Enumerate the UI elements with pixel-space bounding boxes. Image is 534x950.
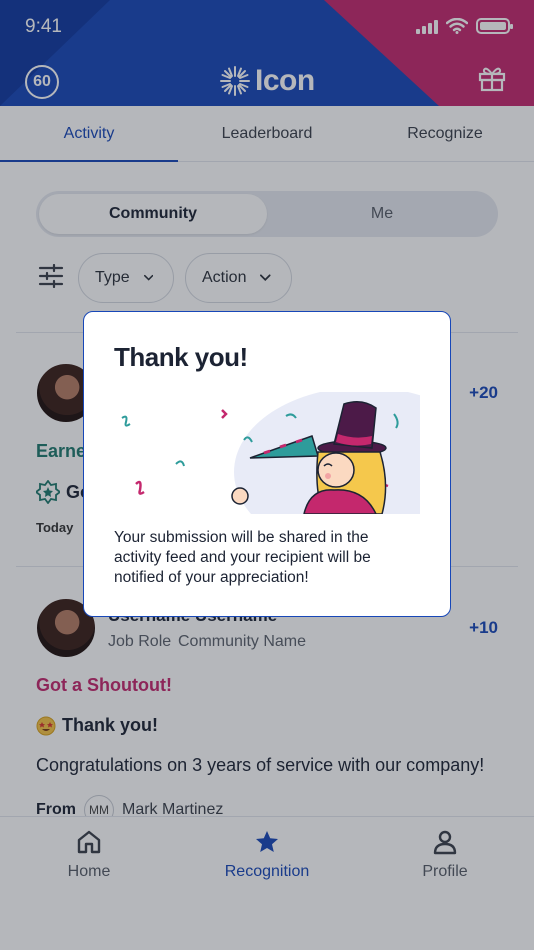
thank-you-modal: Thank you! Your submission will be share…: [83, 311, 451, 617]
celebration-illustration: [121, 392, 420, 514]
modal-title: Thank you!: [114, 342, 248, 372]
modal-message: Your submission will be shared in the ac…: [114, 529, 371, 586]
